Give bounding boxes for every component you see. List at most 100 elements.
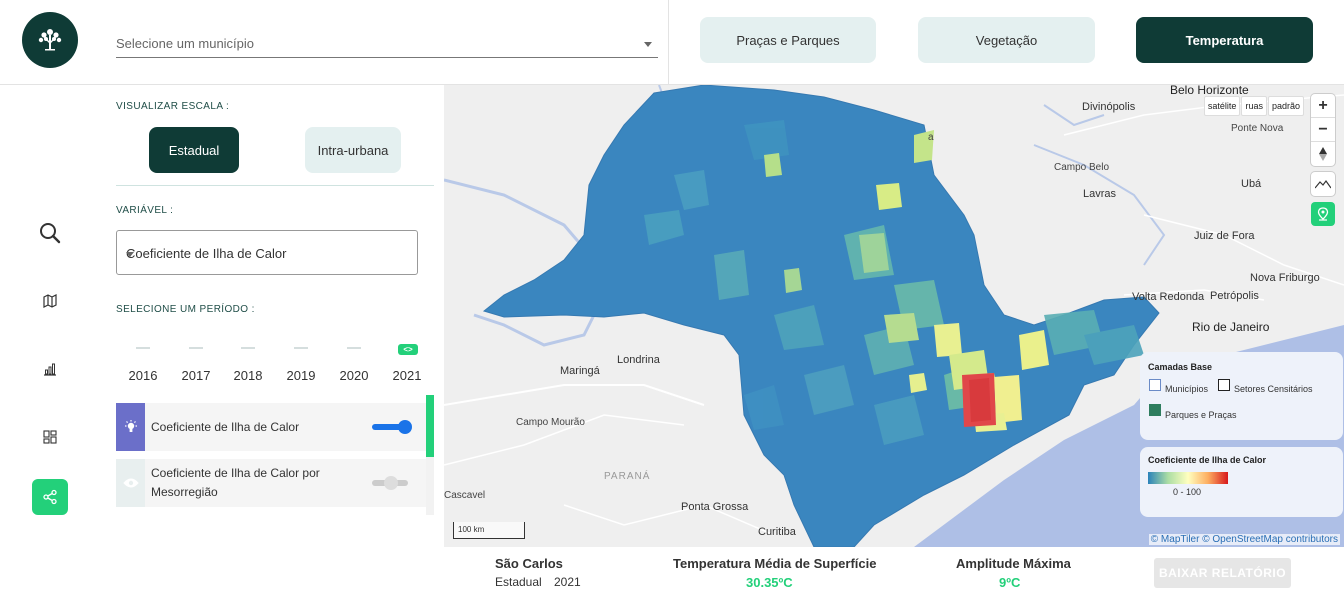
year-label: 2017 — [181, 368, 211, 383]
place-maringa: Maringá — [560, 365, 600, 377]
place-curitiba: Curitiba — [758, 526, 796, 538]
map-style-switcher: satélite ruas padrão — [1203, 96, 1304, 116]
tree-icon — [38, 29, 62, 51]
place-franca-partial: a — [928, 132, 934, 143]
year-tick — [294, 347, 308, 349]
terrain-button[interactable] — [1311, 172, 1335, 196]
year-2017[interactable]: 2017 — [176, 340, 216, 385]
base-layers-title: Camadas Base — [1148, 362, 1213, 372]
municipio-placeholder: Selecione um município — [116, 36, 255, 51]
search-button[interactable] — [32, 215, 68, 251]
tab-pracas-parques[interactable]: Praças e Parques — [700, 17, 876, 63]
city-name: São Carlos — [495, 556, 563, 571]
heat-legend-panel: Coeficiente de Ilha de Calor 0 - 100 — [1140, 447, 1343, 517]
year-2016[interactable]: 2016 — [123, 340, 163, 385]
layer-item-ilha-calor[interactable]: Coeficiente de Ilha de Calor — [116, 403, 426, 451]
year-label: 2016 — [128, 368, 158, 383]
parques-label: Parques e Praças — [1165, 410, 1237, 420]
share-icon — [43, 489, 57, 505]
scale-estadual-button[interactable]: Estadual — [149, 127, 239, 173]
map-button[interactable] — [32, 283, 68, 319]
setores-label: Setores Censitários — [1234, 384, 1313, 394]
variable-select-value: Coeficiente de Ilha de Calor — [126, 246, 287, 261]
style-ruas-button[interactable]: ruas — [1241, 96, 1267, 116]
year-2019[interactable]: 2019 — [281, 340, 321, 385]
layer-item-ilha-calor-mesorregiao[interactable]: Coeficiente de Ilha de Calor por Mesorre… — [116, 459, 426, 507]
heat-legend-title: Coeficiente de Ilha de Calor — [1148, 455, 1267, 465]
variable-select[interactable]: Coeficiente de Ilha de Calor — [116, 230, 418, 275]
period-section-label: SELECIONE UM PERÍODO : — [116, 304, 255, 315]
municipios-checkbox[interactable] — [1149, 379, 1161, 391]
place-nova-friburgo: Nova Friburgo — [1250, 272, 1320, 284]
layer-toggle-on[interactable] — [372, 420, 414, 434]
compass-icon — [1319, 147, 1327, 161]
location-button[interactable] — [1311, 202, 1335, 226]
heat-legend-range: 0 - 100 — [1173, 487, 1202, 497]
year-2021[interactable]: <> 2021 — [387, 340, 427, 385]
download-report-button[interactable]: BAIXAR RELATÓRIO — [1154, 558, 1291, 588]
chart-button[interactable] — [32, 351, 68, 387]
place-rio-de-janeiro: Rio de Janeiro — [1192, 320, 1270, 334]
amplitude-value: 9ºC — [999, 575, 1021, 590]
style-padrao-button[interactable]: padrão — [1267, 96, 1304, 116]
terrain-icon — [1315, 179, 1331, 189]
control-panel: VISUALIZAR ESCALA : Estadual Intra-urban… — [100, 85, 444, 602]
section-divider — [116, 185, 434, 186]
place-campo-belo: Campo Belo — [1054, 162, 1110, 173]
layer-toggle-off[interactable] — [372, 476, 414, 490]
zoom-in-button[interactable]: + — [1311, 94, 1335, 118]
chevron-down-icon — [126, 252, 134, 257]
setores-checkbox[interactable] — [1218, 379, 1230, 391]
header-divider — [668, 0, 669, 85]
eye-icon — [116, 459, 145, 507]
scale-value: Estadual — [495, 575, 542, 589]
place-londrina: Londrina — [617, 354, 660, 366]
year-value: 2021 — [554, 575, 581, 589]
year-tick — [136, 347, 150, 349]
year-tick — [241, 347, 255, 349]
location-pin-icon — [1317, 207, 1329, 221]
scale-bar-label: 100 km — [458, 525, 485, 534]
place-campo-mourao: Campo Mourão — [516, 417, 585, 428]
year-label: 2018 — [233, 368, 263, 383]
year-label: 2019 — [286, 368, 316, 383]
amplitude-title: Amplitude Máxima — [956, 556, 1071, 571]
scrollbar-thumb[interactable] — [426, 395, 434, 457]
place-divinopolis: Divinópolis — [1082, 101, 1136, 113]
place-volta-redonda: Volta Redonda — [1132, 291, 1205, 303]
map-canvas[interactable]: Belo Horizonte Divinópolis Ponte Nova Ca… — [444, 85, 1344, 547]
year-2020[interactable]: 2020 — [334, 340, 374, 385]
summary-footer: São Carlos Estadual 2021 Temperatura Méd… — [444, 547, 1344, 602]
place-uba: Ubá — [1241, 178, 1262, 190]
year-label: 2021 — [392, 368, 422, 383]
toggle-knob — [398, 420, 412, 434]
layer-label: Coeficiente de Ilha de Calor — [151, 420, 300, 434]
base-layers-panel: Camadas Base Municípios Setores Censitár… — [1140, 352, 1343, 440]
toggle-knob — [384, 476, 398, 490]
style-satelite-button[interactable]: satélite — [1203, 96, 1241, 116]
zoom-control: + − — [1311, 94, 1335, 166]
top-bar: Selecione um município Praças e Parques … — [0, 0, 1344, 85]
place-petropolis: Petrópolis — [1210, 290, 1259, 302]
place-ponte-nova: Ponte Nova — [1231, 123, 1284, 134]
tab-temperatura[interactable]: Temperatura — [1136, 17, 1313, 63]
municipio-select[interactable]: Selecione um município — [116, 28, 658, 58]
map-scale-bar: 100 km — [453, 522, 525, 539]
layers-scrollbar[interactable] — [426, 395, 434, 515]
zoom-out-button[interactable]: − — [1311, 118, 1335, 142]
tab-vegetacao[interactable]: Vegetação — [918, 17, 1095, 63]
app-logo[interactable] — [22, 12, 78, 68]
year-tick — [189, 347, 203, 349]
parques-checkbox[interactable] — [1149, 404, 1161, 416]
scale-intra-urbana-button[interactable]: Intra-urbana — [305, 127, 401, 173]
compass-button[interactable] — [1311, 142, 1335, 166]
share-button[interactable] — [32, 479, 68, 515]
temperature-title: Temperatura Média de Superfície — [673, 556, 877, 571]
year-2018[interactable]: 2018 — [228, 340, 268, 385]
dashboard-button[interactable] — [32, 419, 68, 455]
map-attribution[interactable]: © MapTiler © OpenStreetMap contributors — [1148, 534, 1340, 545]
place-cascavel: Cascavel — [444, 490, 486, 501]
temperature-value: 30.35ºC — [746, 575, 793, 590]
heat-legend-gradient — [1148, 472, 1228, 484]
place-parana: PARANÁ — [604, 471, 651, 482]
